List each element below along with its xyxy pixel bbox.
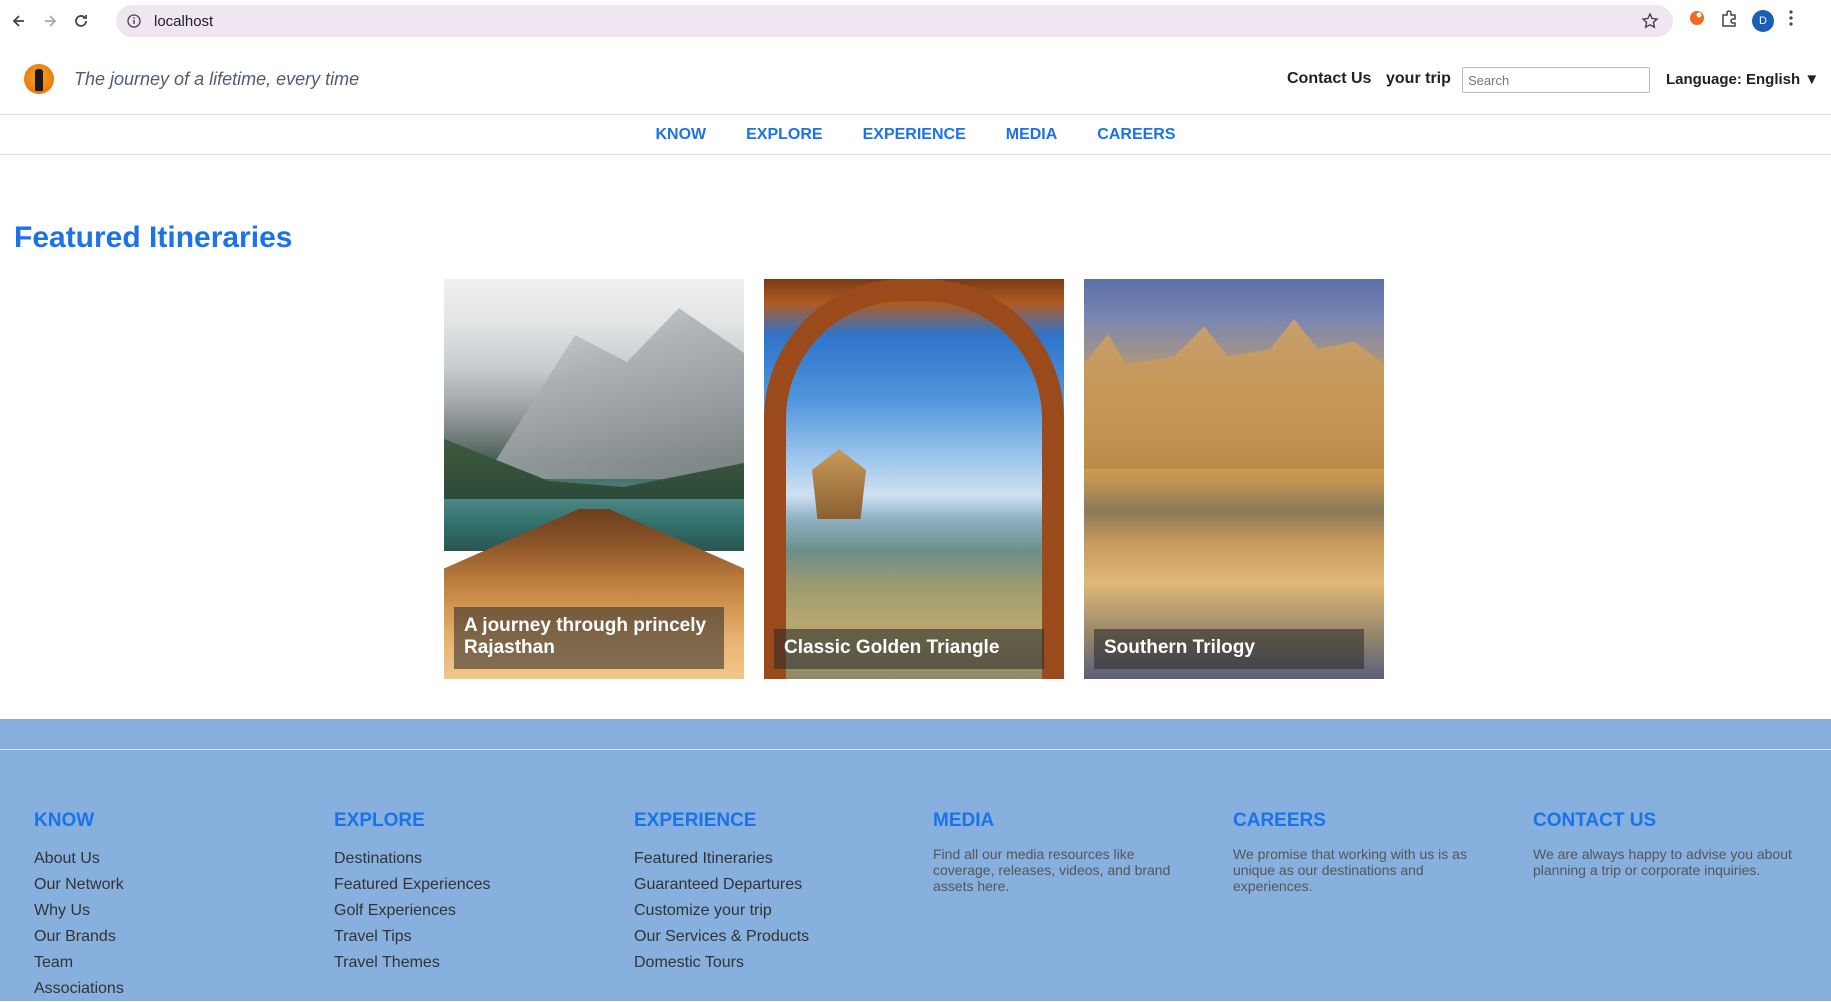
footer-heading: CAREERS <box>1233 810 1326 831</box>
footer-text: We are always happy to advise you about … <box>1533 846 1792 878</box>
footer-link[interactable]: Destinations <box>334 846 604 872</box>
footer-heading: MEDIA <box>933 810 995 831</box>
footer-link[interactable]: Travel Tips <box>334 924 604 950</box>
forward-icon[interactable] <box>38 9 62 33</box>
menu-kebab-icon[interactable] <box>1788 9 1794 32</box>
footer-col-explore: EXPLORE Destinations Featured Experience… <box>334 810 604 976</box>
footer-text: We promise that working with us is as un… <box>1233 846 1467 894</box>
footer-col-know: KNOW About Us Our Network Why Us Our Bra… <box>34 810 304 1002</box>
footer-link[interactable]: Domestic Tours <box>634 950 904 976</box>
itinerary-card[interactable]: Southern Trilogy <box>1084 279 1384 679</box>
itinerary-image <box>1084 279 1384 679</box>
footer-link[interactable]: Golf Experiences <box>334 898 604 924</box>
footer-link[interactable]: Our Services & Products <box>634 924 904 950</box>
itinerary-title: Classic Golden Triangle <box>774 629 1044 669</box>
brand-logo[interactable] <box>24 64 54 94</box>
site-header: The journey of a lifetime, every time Co… <box>0 45 1831 115</box>
language-selector[interactable]: Language: English ▼ <box>1666 71 1819 88</box>
footer-col-careers: CAREERS We promise that working with us … <box>1233 810 1503 894</box>
extension-icon[interactable] <box>1688 9 1706 32</box>
itinerary-card[interactable]: Classic Golden Triangle <box>764 279 1064 679</box>
address-bar[interactable]: localhost <box>116 5 1673 37</box>
section-title: Featured Itineraries <box>14 221 293 254</box>
footer-link[interactable]: Featured Experiences <box>334 872 604 898</box>
footer-col-experience: EXPERIENCE Featured Itineraries Guarante… <box>634 810 904 976</box>
footer-link[interactable]: Guaranteed Departures <box>634 872 904 898</box>
footer-divider <box>0 749 1831 750</box>
footer-col-contact: CONTACT US We are always happy to advise… <box>1533 810 1803 878</box>
reload-icon[interactable] <box>69 9 93 33</box>
profile-avatar[interactable]: D <box>1752 9 1774 32</box>
extensions-puzzle-icon[interactable] <box>1720 9 1738 32</box>
footer-heading: CONTACT US <box>1533 810 1657 831</box>
nav-item-media[interactable]: MEDIA <box>1006 116 1058 154</box>
contact-us-link[interactable]: Contact Us <box>1287 70 1371 88</box>
url-text: localhost <box>154 12 214 30</box>
footer-link[interactable]: Customize your trip <box>634 898 904 924</box>
footer-link[interactable]: Our Brands <box>34 924 304 950</box>
footer-col-media: MEDIA Find all our media resources like … <box>933 810 1203 894</box>
back-icon[interactable] <box>7 9 31 33</box>
browser-toolbar: localhost D <box>0 0 1831 42</box>
footer-heading: EXPLORE <box>334 810 425 831</box>
footer-link[interactable]: Our Network <box>34 872 304 898</box>
footer-link[interactable]: About Us <box>34 846 304 872</box>
itinerary-image <box>764 279 1064 679</box>
nav-item-experience[interactable]: EXPERIENCE <box>863 116 966 154</box>
nav-item-explore[interactable]: EXPLORE <box>746 116 822 154</box>
footer-link[interactable]: Team <box>34 950 304 976</box>
footer-link[interactable]: Travel Themes <box>334 950 604 976</box>
footer-link[interactable]: Featured Itineraries <box>634 846 904 872</box>
nav-item-careers[interactable]: CAREERS <box>1097 116 1175 154</box>
itinerary-cards: A journey through princely Rajasthan Cla… <box>444 279 1384 679</box>
your-trip-link[interactable]: your trip <box>1386 70 1451 88</box>
footer-text: Find all our media resources like covera… <box>933 846 1171 894</box>
footer-link[interactable]: Why Us <box>34 898 304 924</box>
itinerary-title: Southern Trilogy <box>1094 629 1364 669</box>
itinerary-card[interactable]: A journey through princely Rajasthan <box>444 279 744 679</box>
bookmark-star-icon[interactable] <box>1641 12 1659 35</box>
site-footer: KNOW About Us Our Network Why Us Our Bra… <box>0 719 1831 1001</box>
itinerary-title: A journey through princely Rajasthan <box>454 607 724 669</box>
nav-item-know[interactable]: KNOW <box>655 116 706 154</box>
footer-heading: KNOW <box>34 810 95 831</box>
site-info-icon[interactable] <box>126 13 142 29</box>
main-nav: KNOW EXPLORE EXPERIENCE MEDIA CAREERS <box>0 116 1831 155</box>
footer-link[interactable]: Associations <box>34 976 304 1002</box>
site-tagline: The journey of a lifetime, every time <box>74 69 360 89</box>
search-input[interactable] <box>1462 67 1650 93</box>
footer-heading: EXPERIENCE <box>634 810 757 831</box>
